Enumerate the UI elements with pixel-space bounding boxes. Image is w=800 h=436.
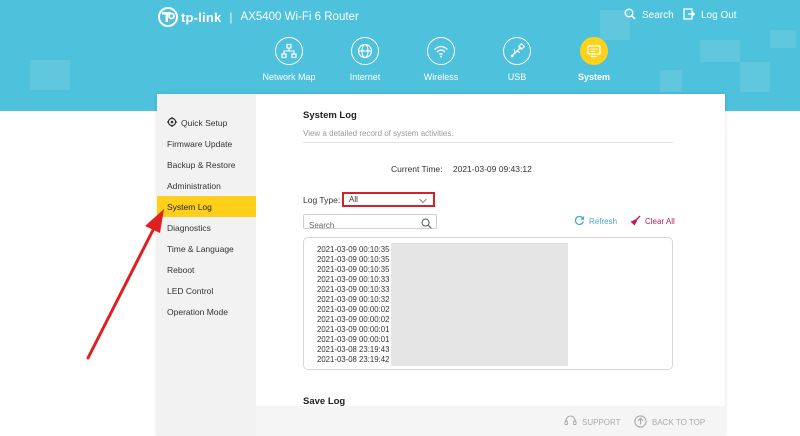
sidebar: Quick Setup Firmware Update Backup & Res… [157,94,256,436]
logout-button[interactable]: Log Out [683,8,737,23]
main-nav: Network Map Internet Wireless USB System [0,37,800,97]
sidebar-item-firmware-update[interactable]: Firmware Update [157,133,256,154]
nav-network-map[interactable]: Network Map [249,37,329,82]
log-entry: 2021-03-08 23:19:42 [317,355,390,364]
current-time-value: 2021-03-09 09:43:12 [452,164,532,174]
sidebar-item-label: Backup & Restore [167,159,236,170]
refresh-button[interactable]: Refresh [574,215,617,228]
nav-system[interactable]: System [554,37,634,82]
log-type-value: All [349,195,358,204]
page-description: View a detailed record of system activit… [303,129,454,138]
arrow-up-circle-icon [634,415,652,430]
sidebar-item-label: Time & Language [167,243,234,254]
search-button[interactable]: Search [624,8,674,23]
log-entry: 2021-03-08 23:19:43 [317,345,390,354]
log-type-label: Log Type: [303,195,341,205]
footer-bar: SUPPORT BACK TO TOP [256,406,725,436]
chevron-down-icon [419,196,427,207]
system-icon [580,37,608,65]
sidebar-item-label: System Log [167,201,212,212]
log-entry: 2021-03-09 00:00:02 [317,305,390,314]
brand-name: tp-link [181,9,222,25]
clear-all-label: Clear All [645,217,675,226]
support-label: SUPPORT [582,417,621,427]
log-type-select[interactable]: All [342,192,435,207]
tp-link-logo-icon [158,7,178,27]
sidebar-item-backup-restore[interactable]: Backup & Restore [157,154,256,175]
brand-separator: | [229,10,233,24]
log-entry: 2021-03-09 00:10:32 [317,295,390,304]
sidebar-item-quick-setup[interactable]: Quick Setup [157,112,256,133]
sidebar-item-time-language[interactable]: Time & Language [157,238,256,259]
current-time-label: Current Time: [391,164,443,174]
nav-usb[interactable]: USB [477,37,557,82]
clear-all-button[interactable]: Clear All [630,215,675,228]
headset-icon [564,415,582,429]
refresh-icon [574,215,589,228]
logout-label: Log Out [701,10,737,21]
nav-internet[interactable]: Internet [325,37,405,82]
network-map-icon [275,37,303,65]
sidebar-item-system-log[interactable]: System Log [157,196,256,217]
wifi-icon [427,37,455,65]
sidebar-item-operation-mode[interactable]: Operation Mode [157,301,256,322]
log-entry: 2021-03-09 00:10:33 [317,285,390,294]
log-search-box [303,214,437,232]
log-entry: 2021-03-09 00:10:35 [317,265,390,274]
sidebar-item-label: Operation Mode [167,306,228,317]
sidebar-item-reboot[interactable]: Reboot [157,259,256,280]
support-link[interactable]: SUPPORT [564,415,621,429]
nav-label: USB [507,72,527,82]
globe-icon [351,37,379,65]
log-entry: 2021-03-09 00:10:35 [317,255,390,264]
nav-label: System [577,72,611,82]
log-entry: 2021-03-09 00:00:01 [317,335,390,344]
broom-icon [630,215,645,228]
sidebar-item-label: Firmware Update [167,138,233,149]
logout-icon [683,8,701,23]
redacted-message-area [391,243,568,366]
nav-label: Wireless [423,72,459,82]
sidebar-item-label: Administration [167,180,221,191]
log-entry: 2021-03-09 00:00:02 [317,315,390,324]
sidebar-item-administration[interactable]: Administration [157,175,256,196]
search-label: Search [642,10,674,21]
log-list: 2021-03-09 00:10:35 2021-03-09 00:10:35 … [317,245,389,365]
sidebar-item-label: Quick Setup [181,117,228,128]
log-search-input[interactable] [304,219,414,232]
page-title: System Log [303,110,357,121]
sidebar-item-diagnostics[interactable]: Diagnostics [157,217,256,238]
router-model: AX5400 Wi-Fi 6 Router [240,11,359,23]
back-to-top-link[interactable]: BACK TO TOP [634,415,705,430]
main-card: Quick Setup Firmware Update Backup & Res… [157,94,725,436]
nav-label: Internet [349,72,381,82]
current-time-row: Current Time: 2021-03-09 09:43:12 [391,164,532,174]
brand: tp-link | AX5400 Wi-Fi 6 Router [158,6,359,28]
nav-label: Network Map [262,72,316,82]
log-entry: 2021-03-09 00:10:35 [317,245,390,254]
sidebar-item-label: Diagnostics [167,222,211,233]
sidebar-item-label: LED Control [167,285,214,296]
refresh-label: Refresh [589,217,618,226]
search-icon [624,8,642,23]
divider [303,142,673,143]
sidebar-item-led-control[interactable]: LED Control [157,280,256,301]
log-entry: 2021-03-09 00:10:33 [317,275,390,284]
nav-wireless[interactable]: Wireless [401,37,481,82]
quick-setup-icon [167,116,181,129]
usb-icon [503,37,531,65]
system-log-panel: System Log View a detailed record of sys… [256,94,725,436]
log-entry: 2021-03-09 00:00:01 [317,325,390,334]
sidebar-item-label: Reboot [167,264,195,275]
log-list-box[interactable]: 2021-03-09 00:10:35 2021-03-09 00:10:35 … [303,237,673,370]
back-to-top-label: BACK TO TOP [652,418,706,427]
search-icon[interactable] [421,216,432,234]
